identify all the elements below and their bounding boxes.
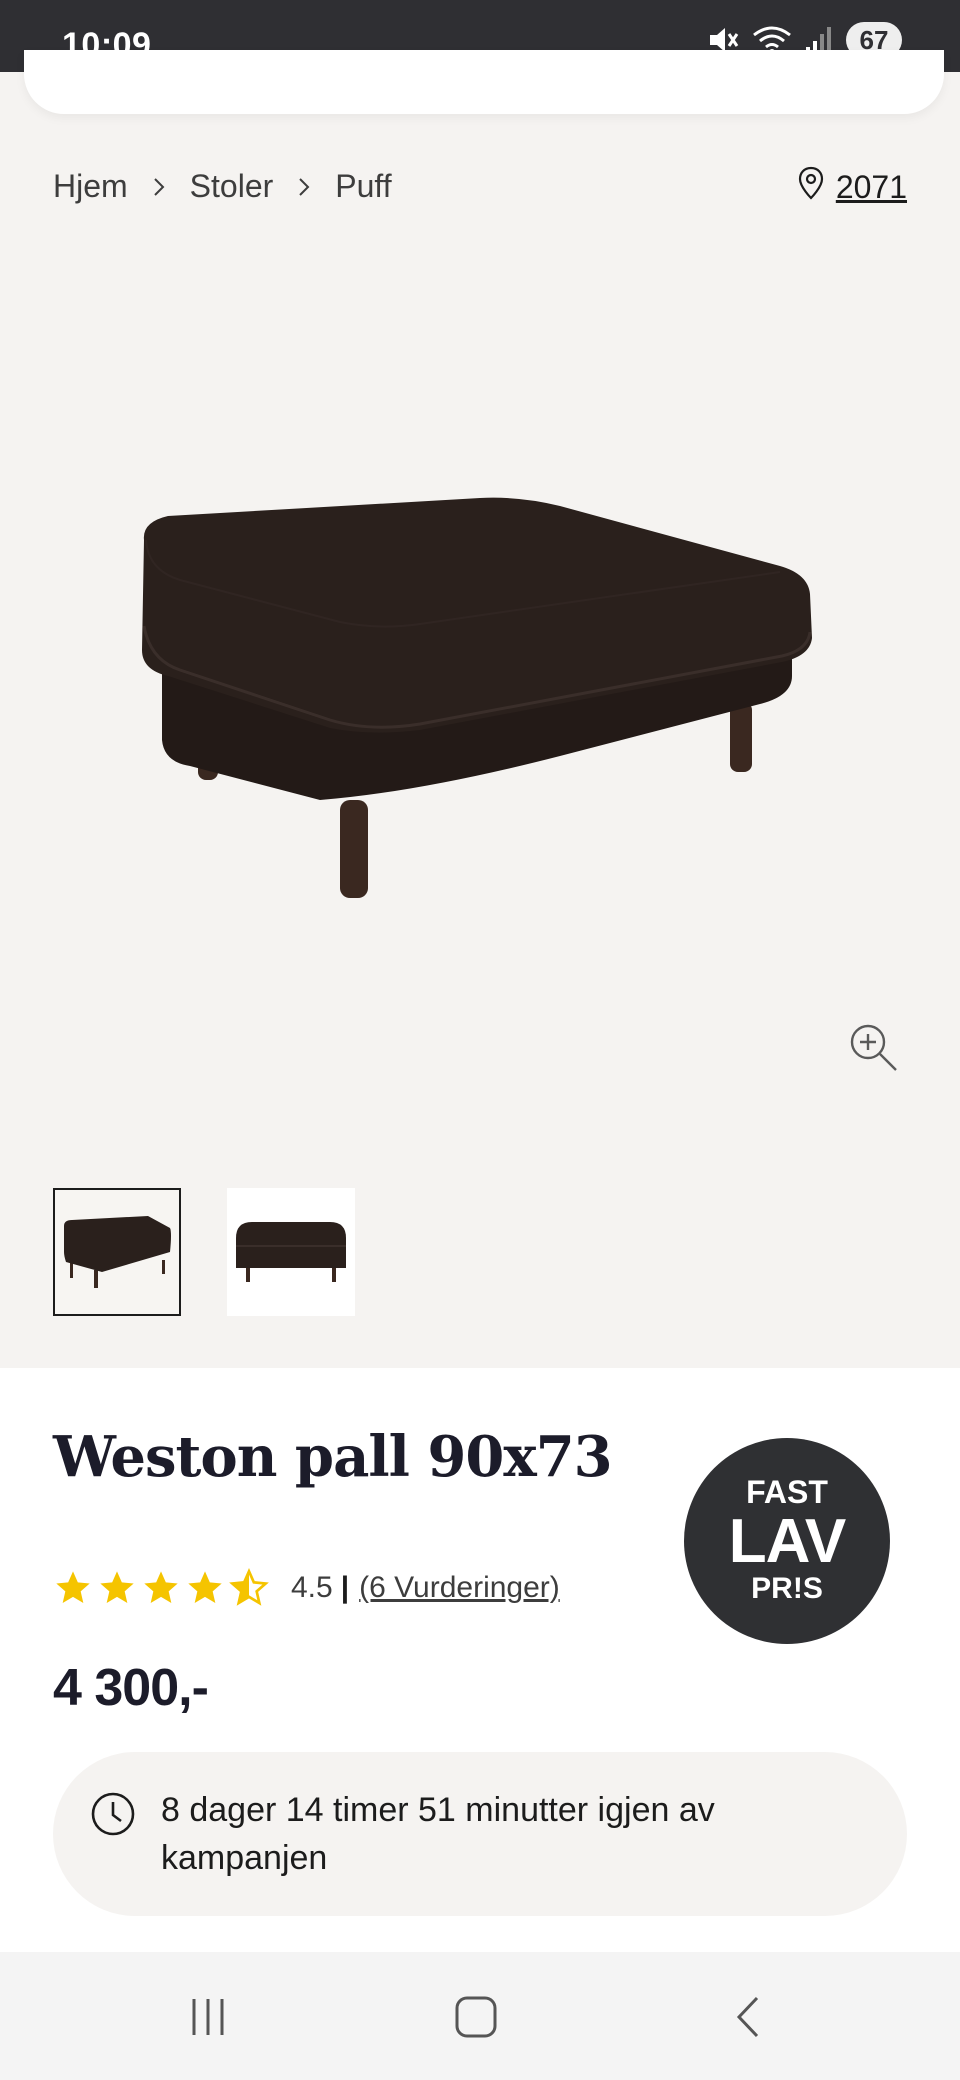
recent-apps-icon[interactable] — [178, 1992, 238, 2042]
star-icon — [144, 1571, 178, 1603]
star-icon — [100, 1571, 134, 1603]
badge-line-2: LAV — [728, 1507, 846, 1576]
reviews-link[interactable]: (6 Vurderinger) — [359, 1571, 560, 1605]
chevron-right-icon — [152, 176, 166, 198]
product-image[interactable] — [120, 470, 840, 920]
system-nav-bar — [0, 1952, 960, 2080]
star-icon — [188, 1571, 222, 1603]
campaign-text: 8 dager 14 timer 51 minutter igjen av ka… — [161, 1791, 715, 1877]
breadcrumb: Hjem Stoler Puff — [53, 168, 392, 205]
breadcrumb-item-stoler[interactable]: Stoler — [190, 168, 274, 205]
breadcrumb-item-puff[interactable]: Puff — [335, 168, 391, 205]
badge-line-3: PR!S — [751, 1572, 823, 1605]
product-title: Weston pall 90x73 — [53, 1424, 613, 1490]
star-icon — [56, 1571, 90, 1603]
store-selector[interactable]: 2071 — [798, 166, 907, 208]
clock-icon — [89, 1790, 137, 1843]
rating-stars — [53, 1568, 269, 1608]
search-bar[interactable] — [24, 50, 944, 114]
chevron-right-icon — [297, 176, 311, 198]
thumbnail-2[interactable] — [227, 1188, 355, 1316]
home-icon[interactable] — [446, 1992, 506, 2042]
thumbnail-1[interactable] — [53, 1188, 181, 1316]
breadcrumb-item-hjem[interactable]: Hjem — [53, 168, 128, 205]
fast-lav-pris-badge: FAST LAV PR!S — [684, 1438, 890, 1644]
rating-separator: | — [340, 1571, 350, 1604]
rating-value: 4.5 — [291, 1571, 333, 1604]
product-info-panel: Weston pall 90x73 FAST LAV PR!S 4.5 | (6… — [0, 1368, 960, 1952]
rating-row: 4.5 | (6 Vurderinger) — [53, 1568, 560, 1608]
product-price: 4 300,- — [53, 1659, 209, 1717]
zoom-icon[interactable] — [846, 1020, 902, 1076]
back-icon[interactable] — [718, 1992, 778, 2042]
location-pin-icon — [798, 166, 824, 208]
store-code-link[interactable]: 2071 — [836, 169, 907, 206]
star-half-icon — [229, 1568, 269, 1606]
campaign-countdown: 8 dager 14 timer 51 minutter igjen av ka… — [53, 1752, 907, 1916]
